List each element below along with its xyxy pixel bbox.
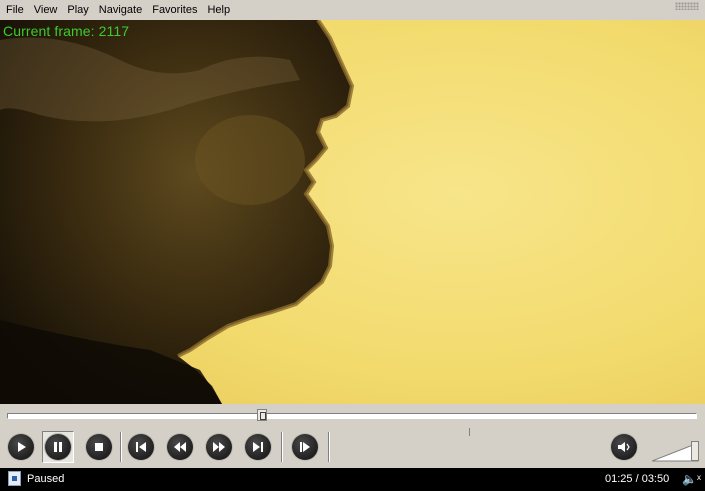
current-frame-label: Current frame: 2117 — [3, 23, 130, 39]
frame-step-button[interactable] — [289, 431, 321, 463]
next-button[interactable] — [242, 431, 274, 463]
toolbar-grip[interactable] — [675, 2, 699, 10]
volume-slider-thumb[interactable] — [691, 441, 699, 461]
media-player-window: File View Play Navigate Favorites Help C… — [0, 0, 705, 491]
menu-bar: File View Play Navigate Favorites Help — [0, 0, 705, 20]
play-button[interactable] — [5, 431, 37, 463]
volume-icon — [618, 442, 630, 452]
stop-icon — [95, 443, 103, 451]
pause-button[interactable] — [42, 431, 74, 463]
playback-state: Paused — [27, 473, 65, 485]
video-display[interactable]: Current frame: 2117 — [0, 20, 705, 404]
volume-button[interactable] — [608, 431, 640, 463]
status-bar: Paused 01:25 / 03:50 🔈ˣ — [0, 468, 705, 491]
menu-play[interactable]: Play — [62, 0, 93, 20]
time-display: 01:25 / 03:50 — [605, 473, 670, 485]
video-frame-image — [0, 20, 705, 404]
seek-track[interactable] — [7, 413, 697, 419]
fast-forward-icon — [213, 442, 225, 452]
tick-mark — [469, 428, 470, 436]
menu-help[interactable]: Help — [202, 0, 235, 20]
next-icon — [253, 442, 263, 452]
separator — [281, 432, 283, 462]
frame-step-icon — [300, 442, 310, 452]
menu-favorites[interactable]: Favorites — [147, 0, 202, 20]
stop-button[interactable] — [83, 431, 115, 463]
seek-bar[interactable] — [0, 404, 705, 426]
separator — [328, 432, 330, 462]
menu-view[interactable]: View — [29, 0, 63, 20]
separator — [120, 432, 122, 462]
rewind-icon — [174, 442, 186, 452]
speaker-mute-icon[interactable]: 🔈ˣ — [682, 472, 701, 486]
fast-forward-button[interactable] — [203, 431, 235, 463]
previous-button[interactable] — [125, 431, 157, 463]
rewind-button[interactable] — [164, 431, 196, 463]
document-icon — [8, 471, 21, 486]
previous-icon — [136, 442, 146, 452]
play-icon — [18, 442, 26, 452]
seek-thumb[interactable] — [257, 409, 268, 421]
menu-file[interactable]: File — [0, 0, 29, 20]
menu-navigate[interactable]: Navigate — [94, 0, 147, 20]
pause-icon — [54, 442, 62, 452]
playback-controls — [0, 426, 705, 466]
